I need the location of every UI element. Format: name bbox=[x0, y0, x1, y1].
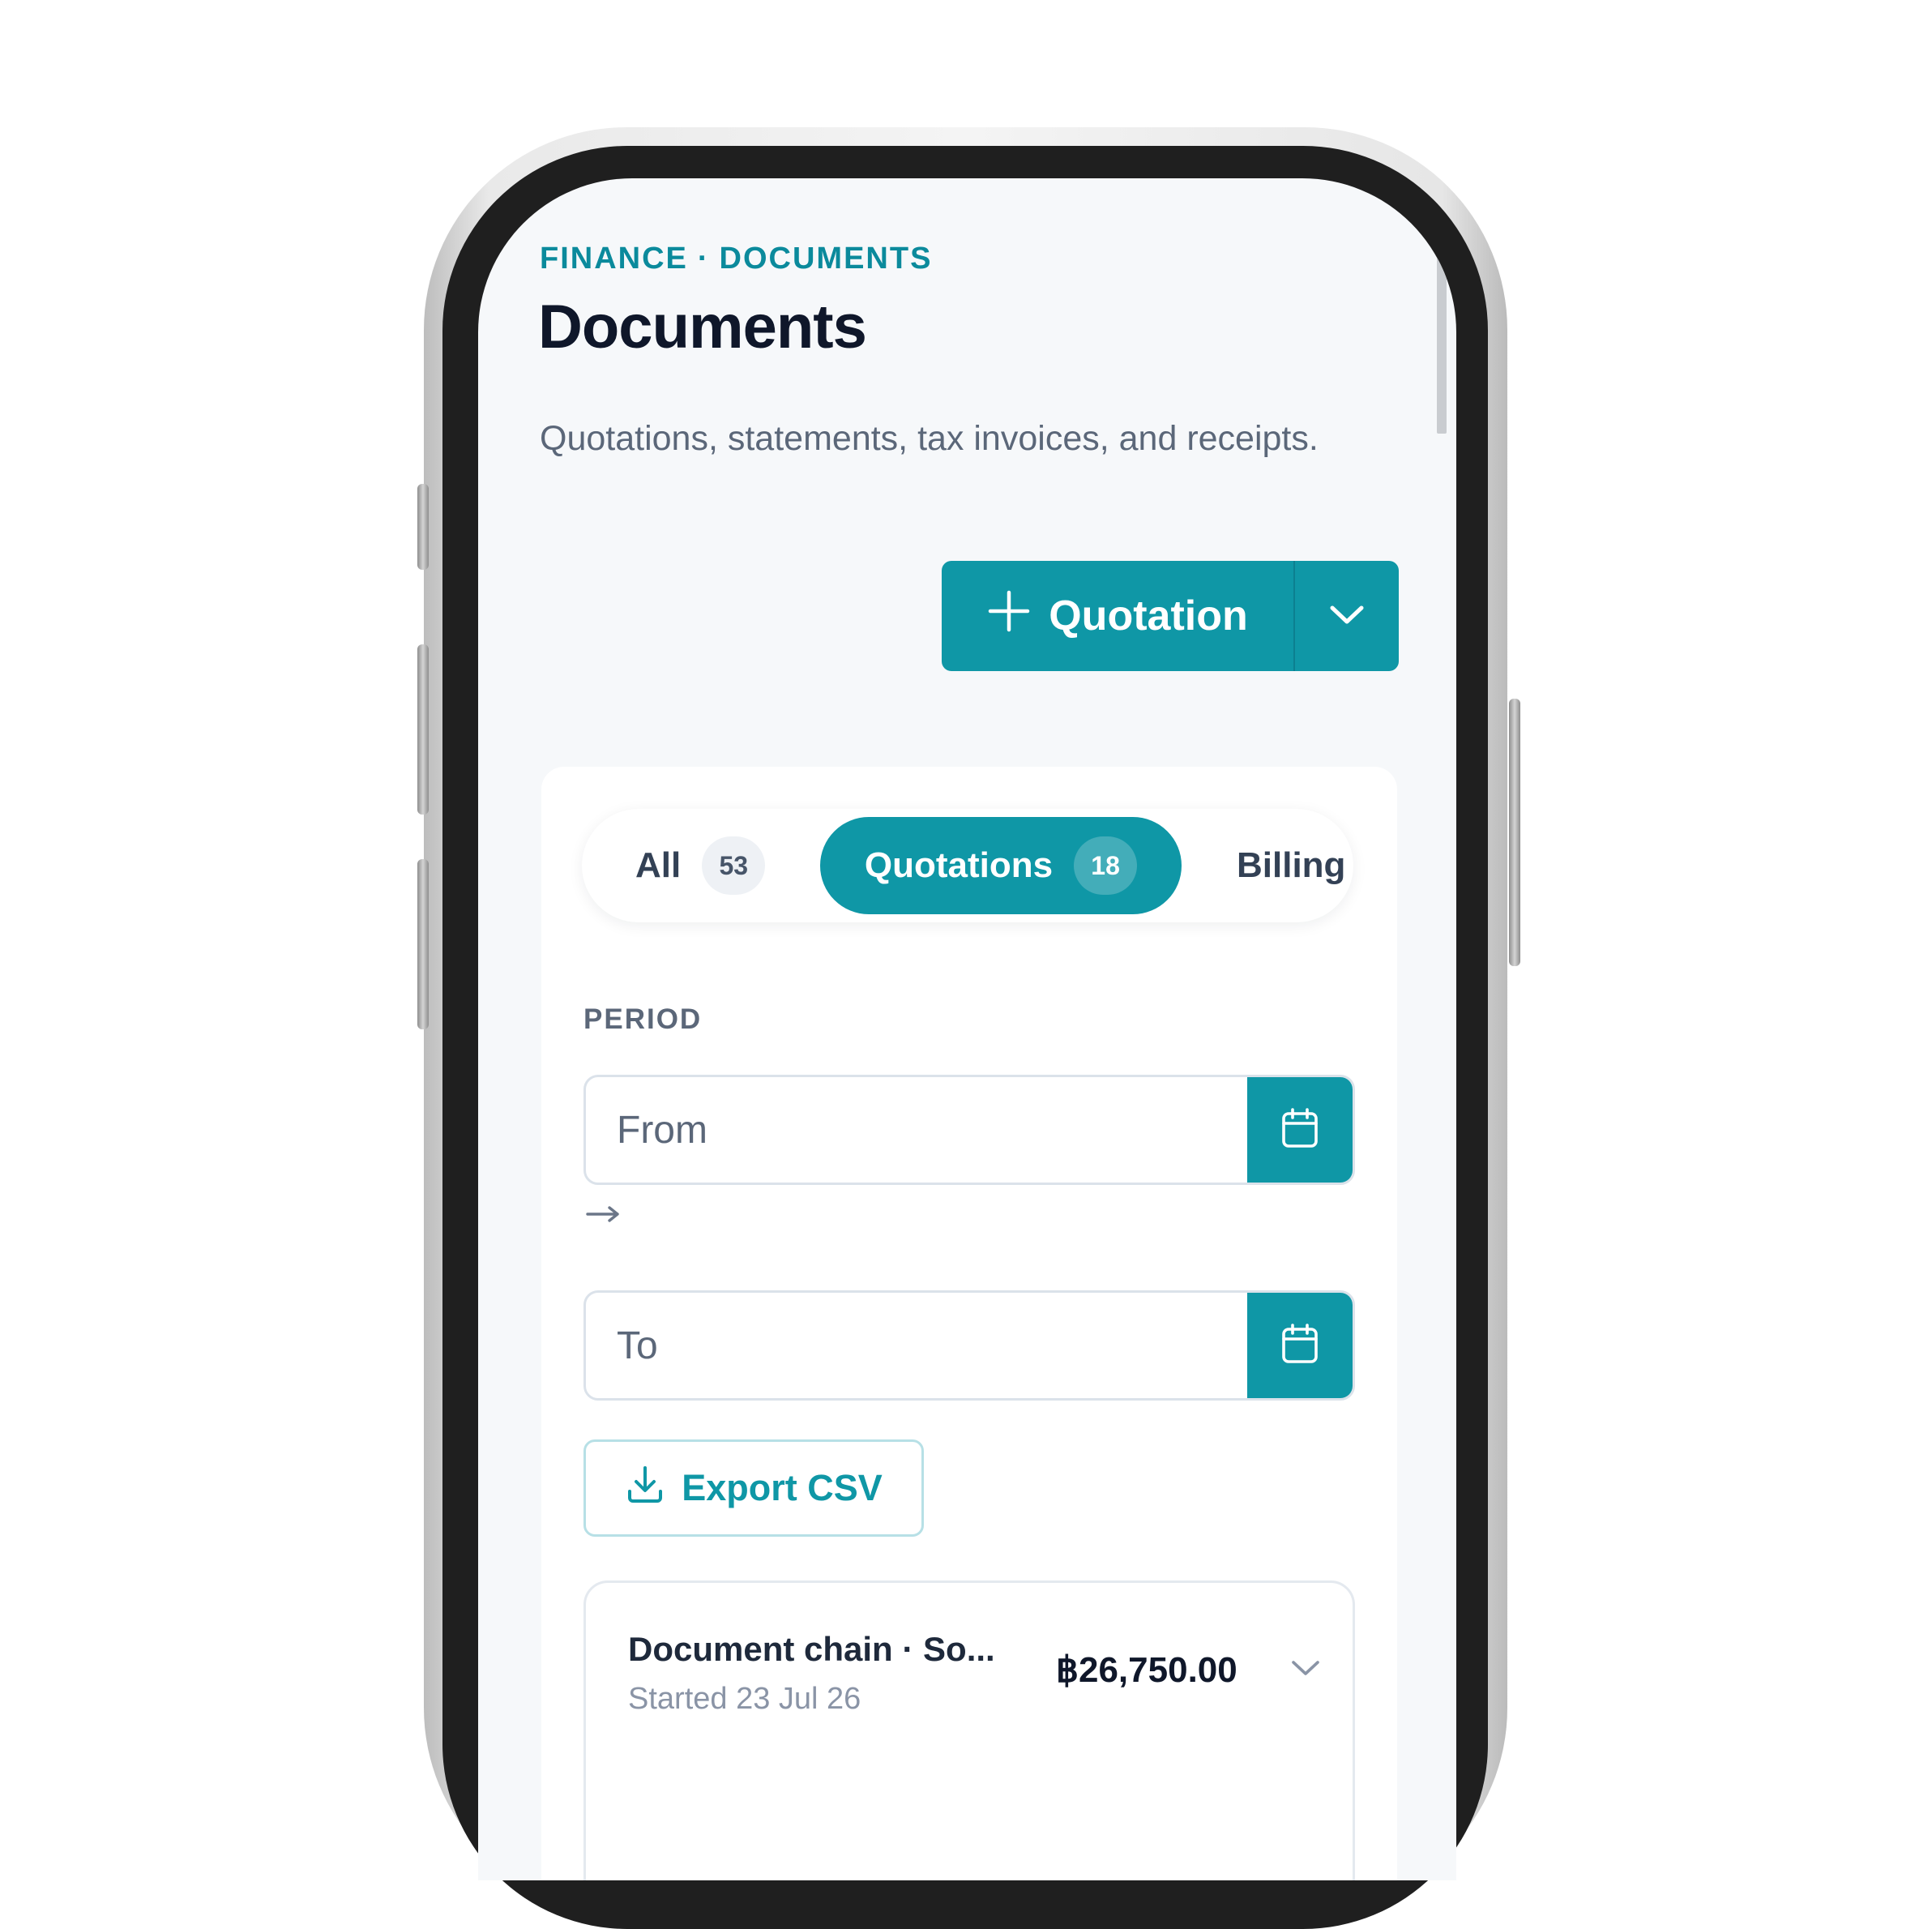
tab-all-count: 53 bbox=[702, 836, 766, 895]
calendar-icon bbox=[1280, 1323, 1319, 1368]
breadcrumb-item-documents[interactable]: DOCUMENTS bbox=[720, 242, 933, 276]
to-calendar-button[interactable] bbox=[1247, 1293, 1353, 1398]
tab-quotations[interactable]: Quotations 18 bbox=[820, 817, 1182, 914]
range-arrow-icon bbox=[585, 1204, 622, 1227]
power-button bbox=[1509, 699, 1520, 966]
new-quotation-button[interactable]: Quotation bbox=[942, 561, 1293, 671]
volume-up-button bbox=[417, 644, 429, 815]
tab-all[interactable]: All 53 bbox=[635, 817, 766, 914]
tab-quotations-label: Quotations bbox=[864, 845, 1054, 885]
breadcrumb-separator: · bbox=[697, 242, 710, 276]
document-chain-started: Started 23 Jul 26 bbox=[628, 1682, 861, 1716]
from-date-field bbox=[583, 1075, 1355, 1185]
export-csv-label: Export CSV bbox=[682, 1467, 883, 1508]
document-chain-title: Document chain · So... bbox=[628, 1630, 995, 1668]
mute-switch bbox=[417, 484, 429, 570]
calendar-icon bbox=[1280, 1107, 1319, 1153]
expand-chevron-down-icon[interactable] bbox=[1289, 1657, 1322, 1682]
to-date-field bbox=[583, 1290, 1355, 1401]
chevron-down-icon bbox=[1328, 602, 1366, 630]
page-title: Documents bbox=[538, 293, 867, 361]
page-description: Quotations, statements, tax invoices, an… bbox=[540, 419, 1319, 458]
scrollbar[interactable] bbox=[1437, 255, 1447, 434]
document-chain-amount: ฿26,750.00 bbox=[1056, 1650, 1237, 1690]
phone-screen: FINANCE · DOCUMENTS Documents Quotations, … bbox=[478, 178, 1456, 1880]
plus-icon bbox=[987, 589, 1031, 644]
from-date-input[interactable] bbox=[586, 1077, 1247, 1183]
tab-quotations-count: 18 bbox=[1074, 836, 1138, 895]
new-quotation-split-button: Quotation bbox=[942, 561, 1399, 671]
document-type-tabs: All 53 Quotations 18 Billing bbox=[582, 809, 1353, 922]
to-date-input[interactable] bbox=[586, 1293, 1247, 1398]
document-chain-card[interactable]: Document chain · So... Started 23 Jul 26… bbox=[583, 1580, 1355, 1880]
new-quotation-label: Quotation bbox=[1049, 592, 1248, 639]
download-icon bbox=[625, 1464, 665, 1513]
breadcrumb: FINANCE · DOCUMENTS bbox=[540, 242, 932, 276]
period-label: PERIOD bbox=[583, 1003, 703, 1035]
volume-down-button bbox=[417, 859, 429, 1029]
tab-billing[interactable]: Billing bbox=[1237, 817, 1345, 914]
tab-billing-label: Billing bbox=[1237, 845, 1346, 885]
export-csv-button[interactable]: Export CSV bbox=[583, 1439, 924, 1537]
tab-all-label: All bbox=[635, 845, 682, 885]
from-calendar-button[interactable] bbox=[1247, 1077, 1353, 1183]
documents-card: All 53 Quotations 18 Billing PERIOD From… bbox=[541, 767, 1397, 1880]
breadcrumb-item-finance[interactable]: FINANCE bbox=[540, 242, 688, 276]
create-menu-toggle[interactable] bbox=[1295, 561, 1399, 671]
